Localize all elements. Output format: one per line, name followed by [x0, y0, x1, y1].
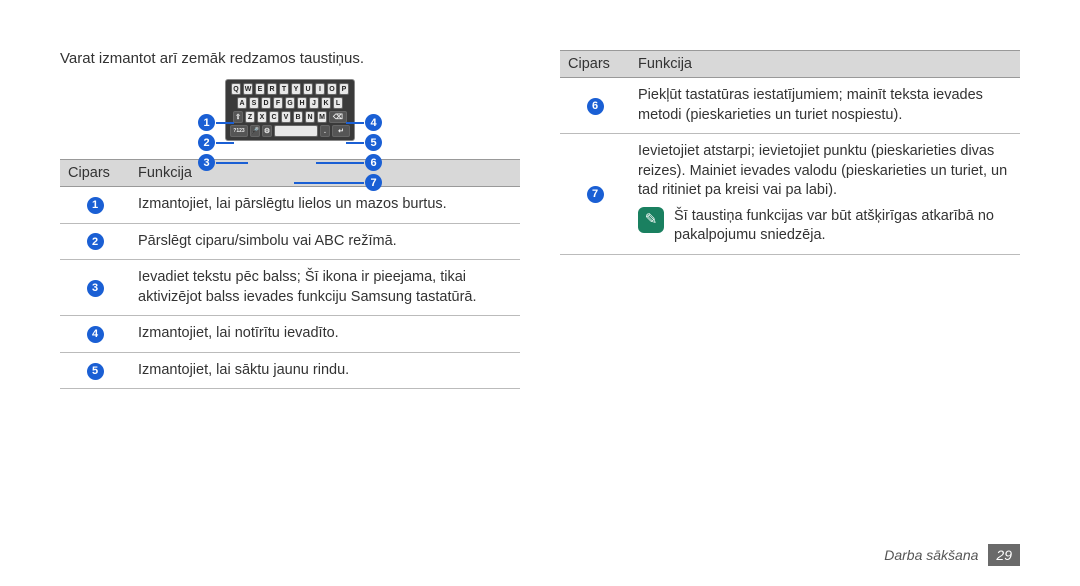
table-row: 4 Izmantojiet, lai notīrītu ievadīto. — [60, 316, 520, 353]
callout-3: 3 — [198, 154, 215, 171]
row-number-cell: 4 — [60, 316, 130, 353]
keyboard-figure: QWERTYUIOP ASDFGHJKL ⇧ZXCVBNM⌫ ?123🎤⚙.↵ … — [60, 79, 520, 141]
row-func-cell: Piekļūt tastatūras iestatījumiem; mainīt… — [630, 78, 1020, 134]
row-number-cell: 7 — [560, 134, 630, 255]
left-column: Varat izmantot arī zemāk redzamos tausti… — [60, 50, 520, 389]
callout-5: 5 — [365, 134, 382, 151]
col-header-num: Cipars — [60, 160, 130, 187]
row-number-cell: 6 — [560, 78, 630, 134]
col-header-num: Cipars — [560, 51, 630, 78]
table-row: 6 Piekļūt tastatūras iestatījumiem; mainī… — [560, 78, 1020, 134]
footer-page-number: 29 — [988, 544, 1020, 566]
number-badge: 5 — [87, 363, 104, 380]
callout-1: 1 — [198, 114, 215, 131]
row-number-cell: 5 — [60, 352, 130, 389]
function-table-left: Cipars Funkcija 1Izmantojiet, lai pārslē… — [60, 159, 520, 389]
table-row: 3 Ievadiet tekstu pēc balss; Šī ikona ir … — [60, 260, 520, 316]
table-row: 7 Ievietojiet atstarpi; ievietojiet punkt… — [560, 134, 1020, 255]
callout-6: 6 — [365, 154, 382, 171]
table-row: 5 Izmantojiet, lai sāktu jaunu rindu. — [60, 352, 520, 389]
col-header-func: Funkcija — [630, 51, 1020, 78]
callout-2: 2 — [198, 134, 215, 151]
row-func-cell: Izmantojiet, lai sāktu jaunu rindu. — [130, 352, 520, 389]
right-column: Cipars Funkcija 6 Piekļūt tastatūras iest… — [560, 50, 1020, 389]
number-badge: 6 — [587, 98, 604, 115]
row-number-cell: 1 — [60, 187, 130, 224]
row-number-cell: 3 — [60, 260, 130, 316]
note-icon: ✎ — [638, 207, 664, 233]
row-func-cell: Izmantojiet, lai notīrītu ievadīto. — [130, 316, 520, 353]
row-func-cell: Ievietojiet atstarpi; ievietojiet punktu… — [630, 134, 1020, 255]
number-badge: 2 — [87, 233, 104, 250]
row-func-cell: Pārslēgt ciparu/simbolu vai ABC režīmā. — [130, 223, 520, 260]
page-footer: Darba sākšana 29 — [884, 544, 1020, 566]
callout-7: 7 — [365, 174, 382, 191]
keyboard-illustration: QWERTYUIOP ASDFGHJKL ⇧ZXCVBNM⌫ ?123🎤⚙.↵ — [225, 79, 355, 141]
number-badge: 4 — [87, 326, 104, 343]
footer-section: Darba sākšana — [884, 547, 978, 563]
callout-4: 4 — [365, 114, 382, 131]
row-func-cell: Izmantojiet, lai pārslēgtu lielos un maz… — [130, 187, 520, 224]
row-number-cell: 2 — [60, 223, 130, 260]
number-badge: 7 — [587, 186, 604, 203]
note-text: Šī taustiņa funkcijas var būt atšķirīgas… — [674, 207, 1012, 246]
row-func-cell: Ievadiet tekstu pēc balss; Šī ikona ir p… — [130, 260, 520, 316]
table-row: 2 Pārslēgt ciparu/simbolu vai ABC režīmā. — [60, 223, 520, 260]
table-row: 1 Izmantojiet, lai pārslēgtu lielos un ma… — [60, 187, 520, 224]
intro-text: Varat izmantot arī zemāk redzamos tausti… — [60, 50, 520, 67]
number-badge: 1 — [87, 197, 104, 214]
function-table-right: Cipars Funkcija 6 Piekļūt tastatūras iest… — [560, 50, 1020, 255]
number-badge: 3 — [87, 280, 104, 297]
